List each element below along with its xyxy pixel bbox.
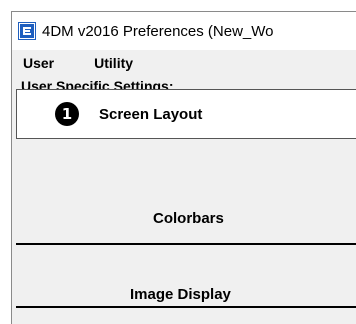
menu-user[interactable]: User xyxy=(23,55,54,71)
tab-divider xyxy=(16,243,356,245)
menu-bar: User Utility xyxy=(12,50,356,76)
app-icon xyxy=(18,22,36,40)
window-title: 4DM v2016 Preferences (New_Wo xyxy=(42,22,274,40)
tab-screen-layout[interactable]: 1 Screen Layout xyxy=(16,89,356,139)
tab-image-display-label: Image Display xyxy=(130,285,231,303)
tab-screen-layout-label: Screen Layout xyxy=(99,105,203,123)
title-bar[interactable]: 4DM v2016 Preferences (New_Wo xyxy=(12,12,356,50)
step-badge: 1 xyxy=(55,102,79,126)
tab-divider xyxy=(16,306,356,308)
tab-colorbars[interactable]: Colorbars xyxy=(16,196,356,240)
menu-utility[interactable]: Utility xyxy=(86,55,141,71)
tab-colorbars-label: Colorbars xyxy=(153,209,224,227)
tab-image-display[interactable]: Image Display xyxy=(16,270,356,318)
